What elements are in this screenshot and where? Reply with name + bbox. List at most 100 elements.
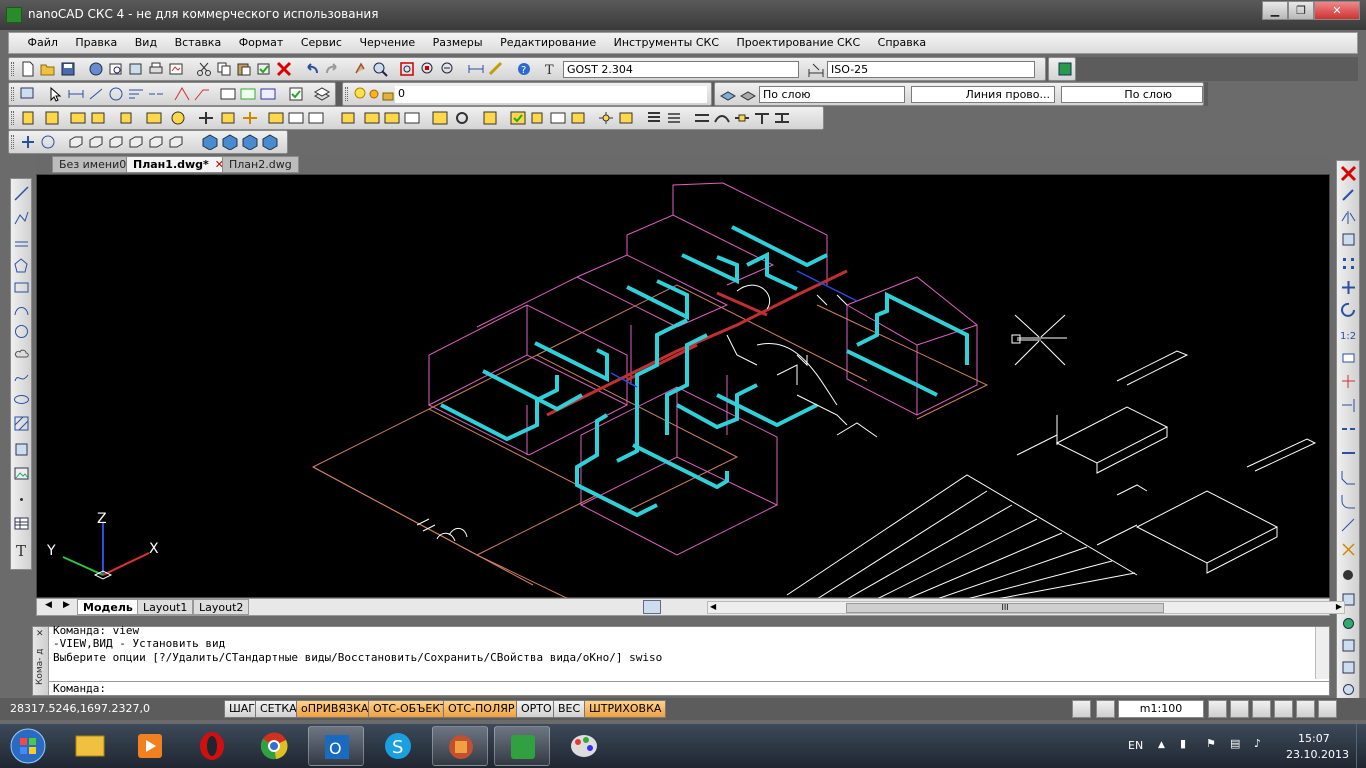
zoom-previous-icon[interactable] [439,61,457,77]
ne-iso-view-icon[interactable] [241,134,259,150]
color-select[interactable]: По слою [759,86,905,103]
extend-icon[interactable] [1340,397,1357,414]
osnap-toggle[interactable]: оПРИВЯЗКА [296,700,374,718]
scs-refresh-icon[interactable] [453,110,471,126]
scs-list-icon[interactable] [481,110,499,126]
open-folder-icon[interactable] [39,61,57,77]
scs-socket-icon[interactable] [89,110,107,126]
print-icon[interactable] [147,61,165,77]
join-icon[interactable] [1340,445,1357,462]
polyline-icon[interactable] [13,209,30,226]
tray-flag-icon[interactable]: ⚑ [1206,737,1216,750]
maximize-button[interactable]: ❐ [1288,1,1314,20]
hatch-toggle[interactable]: ШТРИХОВКА [584,700,667,718]
ellipse-icon[interactable] [13,391,30,408]
scs-connector-icon[interactable] [733,110,751,126]
print-preview-icon[interactable] [107,61,125,77]
lineweight-toggle[interactable]: ВЕС [553,700,586,718]
plot-icon[interactable] [167,61,185,77]
stretch-icon[interactable] [1340,349,1357,366]
design-center-icon[interactable] [1340,659,1357,676]
layer-manager-icon[interactable] [313,86,331,102]
scs-spec-icon[interactable] [339,110,357,126]
dimension-edit-icon[interactable] [259,86,277,102]
move-icon[interactable] [1340,279,1357,296]
point-icon[interactable] [13,491,30,508]
menu-format[interactable]: Формат [232,33,291,52]
help-icon[interactable]: ? [515,61,533,77]
scale-icon[interactable]: 1:2 [1340,327,1357,344]
menu-draw[interactable]: Черчение [352,33,422,52]
scs-layer-list-icon[interactable] [645,110,663,126]
baseline-dimension-icon[interactable] [127,86,145,102]
tool-palette-icon[interactable] [1340,681,1357,698]
tab-plan2[interactable]: План2.dwg [222,156,299,173]
redo-icon[interactable] [323,61,341,77]
paper-space-status-icon[interactable] [1096,700,1115,718]
command-window-handle[interactable]: ✕ Кома- д [33,627,49,695]
arc-icon[interactable] [13,301,30,318]
match-properties-icon[interactable] [255,61,273,77]
command-input[interactable]: Команда: [49,681,1329,695]
distance-icon[interactable] [467,61,485,77]
linetype-select[interactable]: Линия прово... [911,86,1055,103]
command-scrollbar[interactable] [1315,627,1329,679]
radius-dimension-icon[interactable] [107,86,125,102]
delete-icon[interactable] [275,61,293,77]
bomb-icon[interactable] [1340,565,1357,582]
image-icon[interactable] [13,465,30,482]
regen-status-icon[interactable] [1296,700,1315,718]
scs-trace-icon[interactable] [693,110,711,126]
menu-scs-tools[interactable]: Инструменты СКС [607,33,726,52]
sw-iso-view-icon[interactable] [201,134,219,150]
lineweight-select[interactable]: По слою [1061,86,1203,103]
insert-block-icon[interactable] [13,441,30,458]
publish-icon[interactable] [127,61,145,77]
leader-icon[interactable] [193,86,211,102]
show-desktop-button[interactable] [1356,724,1366,768]
menu-file[interactable]: Файл [21,33,65,52]
menu-dimensions[interactable]: Размеры [426,33,490,52]
scs-bend-icon[interactable] [713,110,731,126]
scs-cross-joint-icon[interactable] [773,110,791,126]
menu-help[interactable]: Справка [871,33,933,52]
bottom-view-icon[interactable] [87,134,105,150]
trim-icon[interactable] [1340,373,1357,390]
scs-grid-icon[interactable] [219,110,237,126]
scs-copy-icon[interactable] [529,110,547,126]
back-view-icon[interactable] [167,134,185,150]
taskbar-explorer-icon[interactable] [62,726,118,766]
annotation-scale[interactable]: m1:100 [1118,700,1204,718]
free-orbit-icon[interactable] [39,134,57,150]
spline-icon[interactable] [13,369,30,386]
scs-tee-icon[interactable] [753,110,771,126]
select-icon[interactable] [19,86,37,102]
close-command-icon[interactable]: ✕ [36,629,44,639]
mirror-icon[interactable] [1340,209,1357,226]
tab-untitled0[interactable]: Без имени0 [52,156,134,173]
erase-icon[interactable] [1340,165,1357,182]
language-indicator[interactable]: EN [1128,739,1143,752]
layer-previous-icon[interactable] [739,86,757,102]
pan-status-icon[interactable] [1208,700,1227,718]
scs-properties-icon[interactable] [569,110,587,126]
scs-join-icon[interactable] [617,110,635,126]
scs-check-icon[interactable] [509,110,527,126]
pan-icon[interactable] [351,61,369,77]
clock-time[interactable]: 15:07 [1298,732,1330,745]
taskbar-media-player-icon[interactable] [122,726,178,766]
undo-icon[interactable] [303,61,321,77]
scs-panel-icon[interactable] [69,110,87,126]
polar-toggle[interactable]: ОТС-ПОЛЯР [443,700,520,718]
close-button[interactable]: ✕ [1314,1,1360,20]
scs-cable-icon[interactable] [267,110,285,126]
scs-export-icon[interactable] [549,110,567,126]
scroll-right-arrow-icon[interactable]: ▶ [1336,602,1342,611]
minimize-button[interactable]: ▁ [1262,1,1288,20]
text-style-select[interactable]: GOST 2.304 [563,61,799,78]
zoom-status-icon[interactable] [1230,700,1249,718]
copy-object-icon[interactable] [1340,187,1357,204]
tab-scroll-right-icon[interactable]: ▶ [63,600,70,610]
line-icon[interactable] [13,185,30,202]
fillet-icon[interactable] [1340,493,1357,510]
